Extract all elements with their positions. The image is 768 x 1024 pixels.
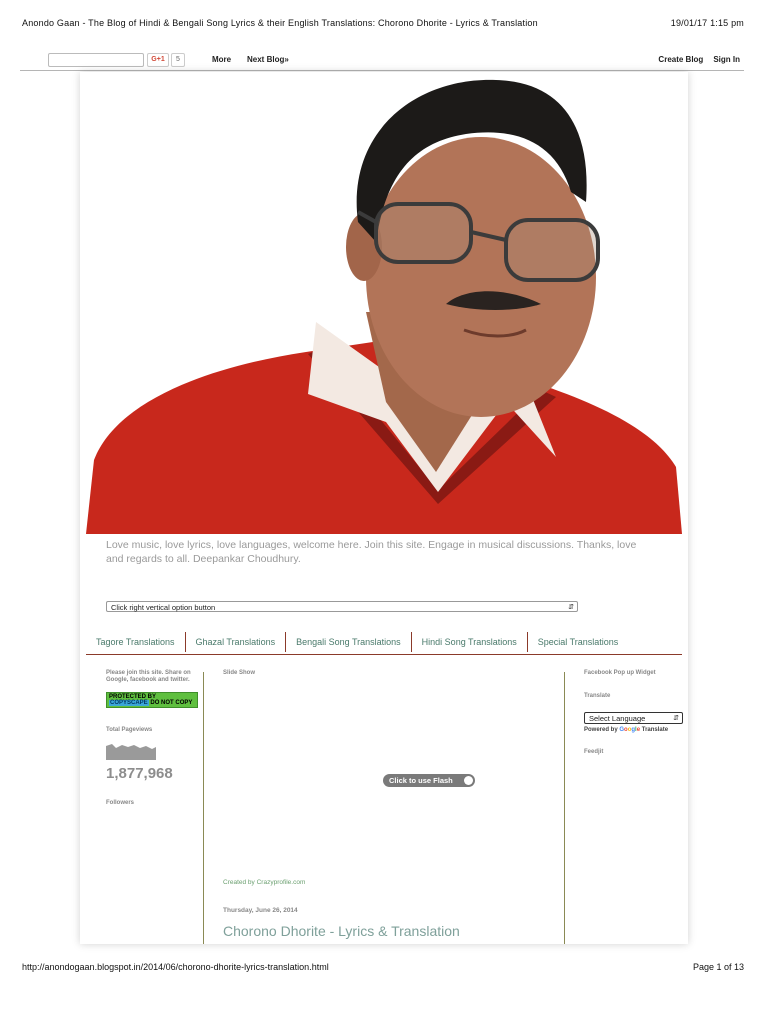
powered-by-google: Powered by Google Translate <box>584 727 684 733</box>
tab-ghazal-translations[interactable]: Ghazal Translations <box>186 632 287 652</box>
more-link[interactable]: More <box>212 55 231 64</box>
blog-description: Love music, love lyrics, love languages,… <box>106 539 637 565</box>
portrait-illustration <box>86 79 682 534</box>
powered-by-label: Powered by <box>584 727 618 733</box>
feedjit-heading: Feedjit <box>584 749 604 755</box>
google-logo: Google <box>619 727 641 733</box>
post-date: Thursday, June 26, 2014 <box>223 907 298 914</box>
slideshow-heading: Slide Show <box>223 670 256 676</box>
blogger-navbar: G+1 5 More Next Blog» Create Blog Sign I… <box>20 50 744 71</box>
print-datetime: 19/01/17 1:15 pm <box>670 18 744 28</box>
join-text: Please join this site. Share on Google, … <box>106 670 191 683</box>
language-select-label: Select Language <box>589 714 646 723</box>
glasses-right-lens <box>504 218 600 282</box>
flash-button-label: Click to use Flash <box>389 776 453 785</box>
use-flash-button[interactable]: Click to use Flash <box>383 774 475 787</box>
tab-hindi-song-translations[interactable]: Hindi Song Translations <box>412 632 528 652</box>
column-divider-right <box>564 672 565 944</box>
followers-heading: Followers <box>106 800 135 806</box>
right-sidebar: Facebook Pop up Widget Translate Select … <box>584 670 684 756</box>
column-divider-left <box>203 672 204 944</box>
translate-link[interactable]: Translate <box>642 727 668 733</box>
create-blog-link[interactable]: Create Blog <box>658 55 703 64</box>
pageviews-heading: Total Pageviews <box>106 727 153 733</box>
tab-bengali-song-translations[interactable]: Bengali Song Translations <box>286 632 412 652</box>
language-select[interactable]: Select Language ⇵ <box>584 712 683 724</box>
created-by-link[interactable]: Created by Crazyprofile.com <box>223 879 305 886</box>
copyscape-badge[interactable]: PROTECTED BY COPYSCAPE DO NOT COPY <box>106 692 198 708</box>
print-title: Anondo Gaan - The Blog of Hindi & Bengal… <box>22 18 538 28</box>
main-column: Slide Show Click to use Flash Created by… <box>223 670 553 944</box>
copyscape-post: DO NOT COPY <box>150 700 193 706</box>
toggle-knob-icon <box>464 776 473 785</box>
pageviews-sparkline <box>106 744 156 760</box>
updown-arrow-icon: ⇵ <box>568 604 574 611</box>
glasses-left-lens <box>374 202 473 264</box>
print-footer: http://anondogaan.blogspot.in/2014/06/ch… <box>22 962 744 972</box>
post-title[interactable]: Chorono Dhorite - Lyrics & Translation <box>223 923 460 939</box>
gplus-button[interactable]: G+1 <box>147 53 169 67</box>
tab-tagore-translations[interactable]: Tagore Translations <box>86 632 186 652</box>
gplus-count: 5 <box>171 53 185 67</box>
header-portrait-image <box>86 72 682 534</box>
print-header: Anondo Gaan - The Blog of Hindi & Bengal… <box>22 18 744 28</box>
pageviews-count: 1,877,968 <box>106 765 173 782</box>
next-blog-link[interactable]: Next Blog» <box>247 55 289 64</box>
updown-arrow-icon: ⇵ <box>673 715 679 722</box>
print-url: http://anondogaan.blogspot.in/2014/06/ch… <box>22 962 329 972</box>
copyscape-brand: COPYSCAPE <box>109 700 149 706</box>
page-select-label: Click right vertical option button <box>111 603 216 612</box>
page-tabs: Tagore Translations Ghazal Translations … <box>86 632 682 655</box>
sign-in-link[interactable]: Sign In <box>713 55 740 64</box>
left-sidebar: Please join this site. Share on Google, … <box>106 670 198 807</box>
facebook-widget-heading: Facebook Pop up Widget <box>584 670 656 676</box>
translate-heading: Translate <box>584 693 611 699</box>
page-select-dropdown[interactable]: Click right vertical option button ⇵ <box>106 601 578 612</box>
sparkline-area <box>106 744 156 760</box>
blog-page: Love music, love lyrics, love languages,… <box>80 72 688 944</box>
tab-special-translations[interactable]: Special Translations <box>528 632 629 652</box>
search-input[interactable] <box>48 53 144 67</box>
print-page-number: Page 1 of 13 <box>692 962 744 972</box>
